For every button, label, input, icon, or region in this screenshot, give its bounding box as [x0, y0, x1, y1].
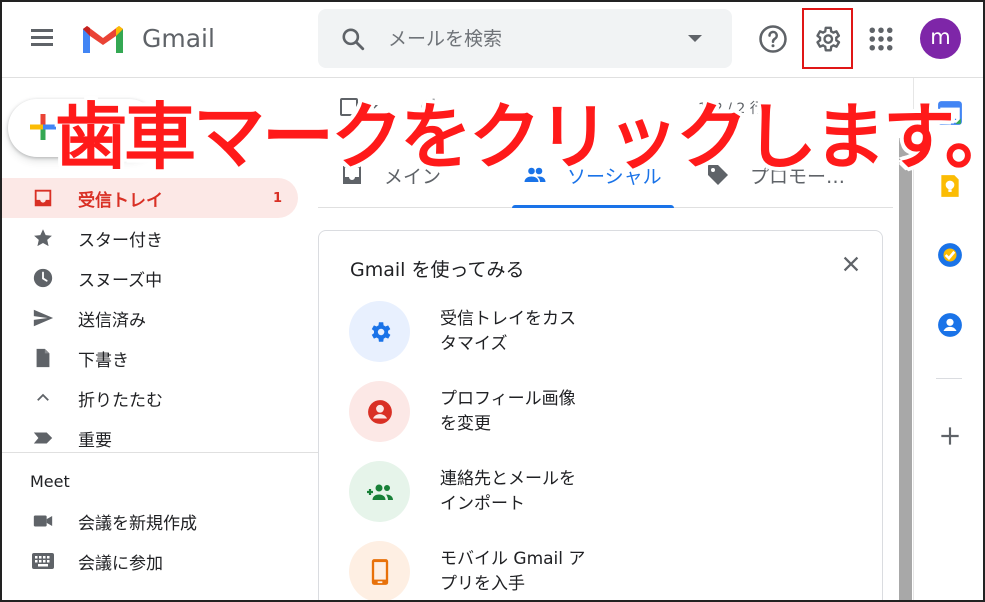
tip-line: を変更: [440, 414, 491, 434]
gmail-logo-text[interactable]: Gmail: [142, 24, 215, 53]
instruction-annotation: 歯車マークをクリックします。: [55, 95, 985, 179]
scrollbar-thumb[interactable]: [899, 138, 912, 602]
add-addon-icon[interactable]: [937, 423, 963, 449]
meet-section-title: Meet: [30, 472, 70, 491]
sidebar-item-collapse[interactable]: 折りたたむ: [0, 378, 298, 418]
tip-text: 受信トレイをカス タマイズ: [440, 307, 576, 357]
label-important-icon: [30, 425, 56, 451]
tip-text: 連絡先とメールを インポート: [440, 467, 576, 517]
search-options-icon[interactable]: [688, 35, 702, 42]
sidebar-item-join-meeting[interactable]: 会議に参加: [0, 541, 298, 581]
search-bar[interactable]: [318, 9, 732, 68]
sidebar-item-new-meeting[interactable]: 会議を新規作成: [0, 501, 298, 541]
clock-icon: [30, 265, 56, 291]
tip-text: プロフィール画像 を変更: [440, 387, 576, 437]
unread-count-badge: 1: [272, 190, 282, 206]
search-input[interactable]: [388, 25, 678, 53]
getting-started-card: Gmail を使ってみる 受信トレイをカス タマイズ プロフィール画像 を変更 …: [318, 230, 883, 602]
sidebar-item-label: 会議を新規作成: [78, 513, 197, 534]
sidebar-item-label: 重要: [78, 430, 112, 451]
close-icon[interactable]: [840, 253, 862, 275]
active-tab-indicator: [512, 205, 674, 208]
sidebar-item-drafts[interactable]: 下書き: [0, 338, 298, 378]
tasks-icon[interactable]: [937, 242, 963, 268]
tip-line: モバイル Gmail ア: [440, 549, 586, 569]
apps-grid-icon[interactable]: [866, 24, 896, 54]
group-add-icon: [349, 461, 410, 522]
tip-change-profile-image[interactable]: プロフィール画像 を変更: [349, 381, 849, 443]
tip-customize-inbox[interactable]: 受信トレイをカス タマイズ: [349, 301, 849, 363]
meet-list: 会議を新規作成 会議に参加: [0, 501, 298, 581]
sidebar-item-label: 下書き: [78, 350, 129, 371]
star-icon: [30, 225, 56, 251]
inbox-icon: [30, 185, 56, 211]
tip-text: モバイル Gmail ア プリを入手: [440, 547, 585, 597]
tip-line: プリを入手: [440, 574, 525, 594]
sidebar-item-label: スター付き: [78, 230, 163, 251]
tip-line: 連絡先とメールを: [440, 469, 576, 489]
sidebar-item-snoozed[interactable]: スヌーズ中: [0, 258, 298, 298]
sidebar-divider: [0, 452, 318, 453]
account-icon: [349, 381, 410, 442]
sidebar-item-label: 会議に参加: [78, 553, 163, 574]
videocam-icon: [30, 508, 56, 534]
tip-line: プロフィール画像: [440, 389, 576, 409]
sidebar-item-label: 折りたたむ: [78, 390, 163, 411]
keyboard-icon: [30, 548, 56, 574]
send-icon: [30, 305, 56, 331]
draft-icon: [30, 345, 56, 371]
sidebar-item-label: スヌーズ中: [78, 270, 163, 291]
help-icon[interactable]: [758, 24, 788, 54]
tip-import-contacts[interactable]: 連絡先とメールを インポート: [349, 461, 849, 523]
gmail-logo[interactable]: [80, 22, 126, 56]
tip-get-mobile-app[interactable]: モバイル Gmail ア プリを入手: [349, 541, 849, 602]
sidebar-nav: 受信トレイ 1 スター付き スヌーズ中 送信済み 下書き 折りたたむ 重要: [0, 178, 298, 458]
search-icon[interactable]: [340, 26, 366, 52]
contacts-icon[interactable]: [937, 312, 963, 338]
chevron-up-icon: [30, 385, 56, 411]
tip-line: 受信トレイをカス: [440, 309, 576, 329]
tip-line: インポート: [440, 494, 525, 514]
main-menu-button[interactable]: [29, 26, 55, 52]
side-panel-divider: [936, 378, 962, 379]
phone-icon: [349, 541, 410, 602]
top-bar: Gmail m: [0, 0, 985, 78]
tip-line: タマイズ: [440, 334, 508, 354]
gear-icon: [349, 301, 410, 362]
sidebar-item-starred[interactable]: スター付き: [0, 218, 298, 258]
sidebar-item-label: 受信トレイ: [78, 190, 163, 211]
hamburger-icon: [31, 29, 53, 32]
plus-icon: [30, 114, 56, 140]
gear-icon[interactable]: [812, 24, 842, 54]
account-avatar[interactable]: m: [920, 18, 961, 59]
card-title: Gmail を使ってみる: [350, 259, 525, 281]
sidebar-item-label: 送信済み: [78, 310, 146, 331]
sidebar-item-sent[interactable]: 送信済み: [0, 298, 298, 338]
